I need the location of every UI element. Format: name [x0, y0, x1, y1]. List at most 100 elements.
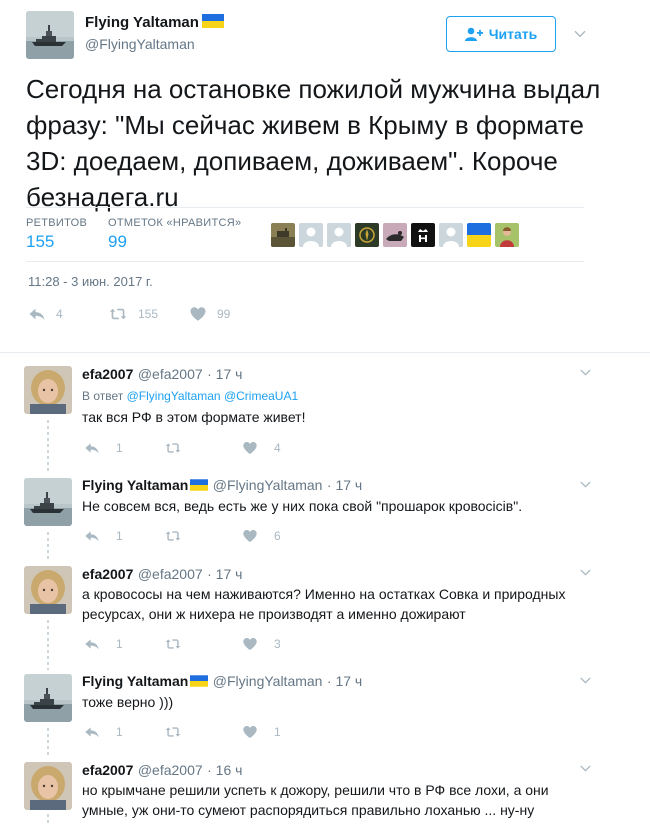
ukraine-flag-icon [190, 675, 208, 687]
reply-avatar[interactable] [24, 762, 72, 810]
reply-author-handle[interactable]: @FlyingYaltaman [213, 673, 323, 689]
reply-text-line: так вся РФ в этом формате живет! [82, 409, 306, 425]
retweet-action[interactable] [164, 440, 182, 456]
likes-stat[interactable]: ОТМЕТОК «НРАВИТСЯ» 99 [108, 217, 241, 252]
heart-icon [242, 440, 258, 456]
reply-count: 4 [56, 307, 63, 321]
likers-avatars [271, 223, 519, 247]
chevron-down-icon [573, 27, 587, 41]
like-count: 3 [274, 637, 281, 651]
reply-count: 1 [116, 637, 123, 651]
thread-line [47, 532, 49, 562]
heart-icon [242, 724, 258, 740]
reply-header: efa2007 @efa2007 · 16 ч [82, 762, 242, 780]
reply-author-handle[interactable]: @efa2007 [138, 366, 203, 382]
reply-more-button[interactable] [579, 762, 592, 780]
reply-time[interactable]: · 17 ч [207, 366, 242, 382]
author-handle[interactable]: @FlyingYaltaman [85, 36, 195, 52]
retweet-action[interactable] [164, 528, 182, 544]
liker-avatar[interactable] [467, 223, 491, 247]
liker-avatar[interactable] [439, 223, 463, 247]
reply-to-line: В ответ @FlyingYaltaman @CrimeaUA1 [82, 389, 298, 403]
like-action[interactable]: 99 [189, 305, 230, 323]
reply-time[interactable]: · 17 ч [207, 566, 242, 582]
reply-avatar[interactable] [24, 674, 72, 722]
divider [26, 261, 584, 262]
retweet-action[interactable] [164, 636, 182, 652]
retweet-action[interactable]: 155 [108, 305, 158, 323]
reply-author-handle[interactable]: @FlyingYaltaman [213, 477, 323, 493]
reply-more-button[interactable] [579, 478, 592, 496]
like-action[interactable]: 6 [242, 528, 281, 544]
reply-author-name[interactable]: efa2007 [82, 566, 133, 582]
likes-label: ОТМЕТОК «НРАВИТСЯ» [108, 217, 242, 229]
reply-to-mention[interactable]: @FlyingYaltaman [127, 389, 221, 403]
reply-text: Не совсем вся, ведь есть же у них пока с… [82, 496, 602, 516]
reply-avatar[interactable] [24, 566, 72, 614]
reply-author-handle[interactable]: @efa2007 [138, 566, 203, 582]
reply-more-button[interactable] [579, 366, 592, 384]
author-avatar[interactable] [26, 11, 74, 59]
tweet-timestamp[interactable]: 11:28 - 3 июн. 2017 г. [28, 274, 153, 289]
reply-text-line: ресурсах, они ж нихера не производят а и… [82, 606, 466, 622]
like-action[interactable]: 1 [242, 724, 281, 740]
chevron-down-icon [579, 674, 592, 687]
reply-text: тоже верно ))) [82, 692, 602, 712]
reply-author-handle[interactable]: @efa2007 [138, 762, 203, 778]
reply-author-name[interactable]: Flying Yaltaman [82, 673, 188, 689]
retweets-label: РЕТВИТОВ [26, 217, 88, 229]
liker-avatar[interactable] [299, 223, 323, 247]
liker-avatar[interactable] [271, 223, 295, 247]
like-action[interactable]: 4 [242, 440, 281, 456]
reply-action[interactable]: 1 [84, 636, 123, 652]
reply-time[interactable]: · 17 ч [327, 477, 362, 493]
chevron-down-icon [579, 762, 592, 775]
reply-count: 1 [116, 725, 123, 739]
retweets-stat[interactable]: РЕТВИТОВ 155 [26, 217, 87, 252]
reply-text: но крымчане решили успеть к дожору, реши… [82, 780, 602, 820]
author-name-row[interactable]: Flying Yaltaman [85, 14, 224, 31]
reply-action[interactable]: 1 [84, 440, 123, 456]
reply-more-button[interactable] [579, 566, 592, 584]
divider [26, 207, 584, 208]
chevron-down-icon [579, 366, 592, 379]
liker-avatar[interactable] [383, 223, 407, 247]
liker-avatar[interactable] [355, 223, 379, 247]
reply-author-name[interactable]: Flying Yaltaman [82, 477, 188, 493]
reply-to-prefix: В ответ [82, 389, 124, 403]
reply-header: Flying Yaltaman @FlyingYaltaman · 17 ч [82, 673, 362, 691]
chevron-down-icon [579, 566, 592, 579]
reply-more-button[interactable] [579, 674, 592, 692]
author-name[interactable]: Flying Yaltaman [85, 14, 199, 31]
reply-to-mention[interactable]: @CrimeaUA1 [224, 389, 298, 403]
reply-text-line: а кровососы на чем наживаются? Именно на… [82, 586, 566, 602]
chevron-down-icon [579, 478, 592, 491]
reply-author-name[interactable]: efa2007 [82, 762, 133, 778]
reply-text-line: умные, уж они-то сумеют распорядиться пр… [82, 802, 535, 818]
liker-avatar[interactable] [327, 223, 351, 247]
liker-avatar[interactable] [411, 223, 435, 247]
more-options-button[interactable] [573, 27, 587, 46]
reply-action[interactable]: 1 [84, 528, 123, 544]
reply-text-line: но крымчане решили успеть к дожору, реши… [82, 782, 549, 798]
reply-time[interactable]: · 17 ч [327, 673, 362, 689]
reply-author-name[interactable]: efa2007 [82, 366, 133, 382]
reply-time[interactable]: · 16 ч [207, 762, 242, 778]
reply-avatar[interactable] [24, 366, 72, 414]
heart-icon [189, 305, 207, 323]
retweets-count: 155 [26, 232, 55, 251]
reply-action[interactable]: 1 [84, 724, 123, 740]
heart-icon [242, 528, 258, 544]
follow-button[interactable]: Читать [446, 16, 556, 52]
likes-count: 99 [108, 232, 127, 251]
reply-avatar[interactable] [24, 478, 72, 526]
reply-icon [84, 528, 100, 544]
reply-action[interactable]: 4 [28, 305, 63, 323]
liker-avatar[interactable] [495, 223, 519, 247]
reply-icon [84, 724, 100, 740]
tweet-text: Сегодня на остановке пожилой мужчина выд… [26, 74, 601, 212]
add-user-icon [464, 27, 483, 41]
like-action[interactable]: 3 [242, 636, 281, 652]
retweet-action[interactable] [164, 724, 182, 740]
retweet-icon [164, 528, 182, 544]
